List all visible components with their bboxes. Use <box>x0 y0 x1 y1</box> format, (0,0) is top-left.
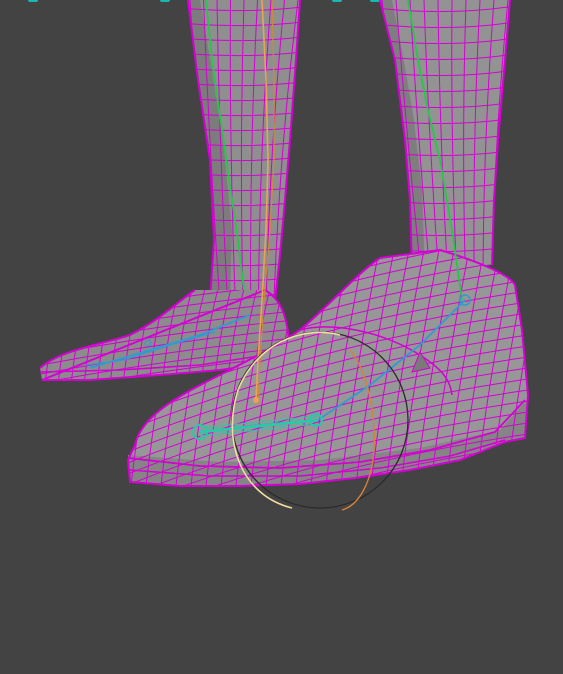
left-leg-mesh[interactable] <box>180 0 310 301</box>
scene-canvas[interactable] <box>0 0 563 674</box>
right-leg-mesh[interactable] <box>375 0 515 272</box>
3d-viewport[interactable] <box>0 0 563 674</box>
joint-icon[interactable] <box>253 397 259 403</box>
